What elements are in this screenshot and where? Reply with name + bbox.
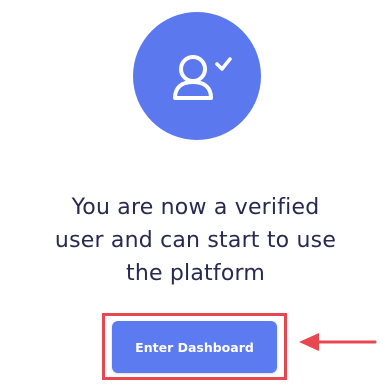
verification-page: You are now a verified user and can star… [0,0,391,391]
enter-dashboard-button[interactable]: Enter Dashboard [112,321,277,373]
verification-message: You are now a verified user and can star… [0,191,391,290]
verified-user-badge [133,12,261,140]
message-line: user and can start to use [54,228,337,253]
message-line: the platform [126,261,265,286]
user-check-icon [173,55,232,100]
arrow-left-icon [299,333,377,351]
message-line: You are now a verified [71,195,320,220]
